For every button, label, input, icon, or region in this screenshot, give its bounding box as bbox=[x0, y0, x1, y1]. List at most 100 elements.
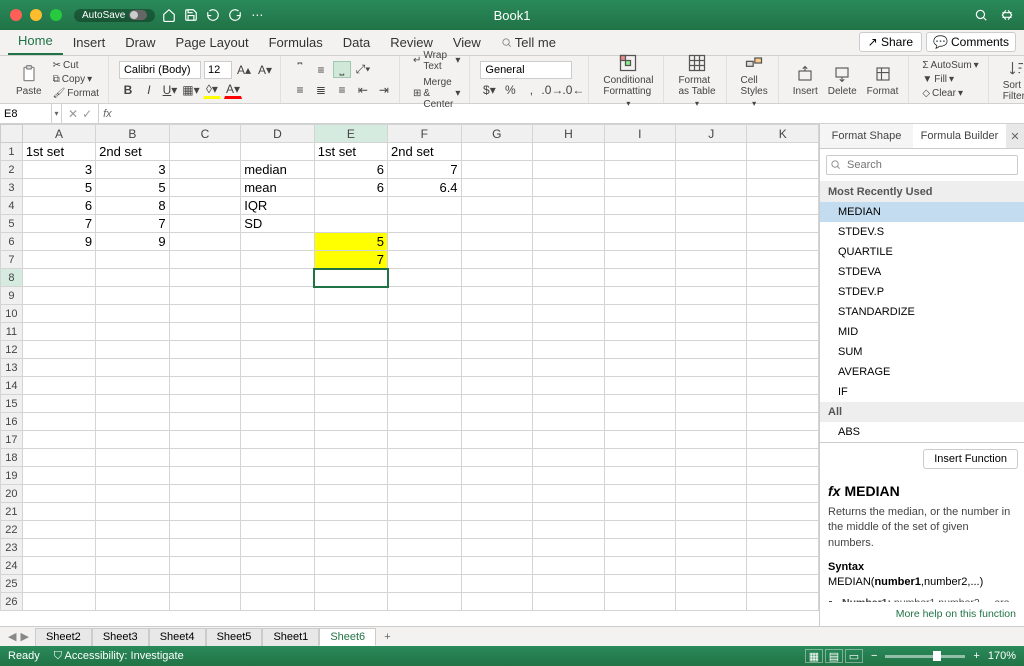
border-button[interactable]: ▦▾ bbox=[182, 82, 200, 99]
cell-I11[interactable] bbox=[604, 323, 675, 341]
fill-button[interactable]: ▼ Fill ▾ bbox=[919, 73, 981, 86]
cell-K10[interactable] bbox=[747, 305, 819, 323]
comma-icon[interactable]: , bbox=[522, 82, 540, 99]
ellipsis-icon[interactable]: ⋯ bbox=[249, 7, 265, 23]
cell-I22[interactable] bbox=[604, 521, 675, 539]
column-header-E[interactable]: E bbox=[314, 125, 387, 143]
cell-I10[interactable] bbox=[604, 305, 675, 323]
cell-C5[interactable] bbox=[169, 215, 241, 233]
cell-H22[interactable] bbox=[533, 521, 605, 539]
row-header-6[interactable]: 6 bbox=[1, 233, 23, 251]
cell-E16[interactable] bbox=[314, 413, 387, 431]
function-item-average[interactable]: AVERAGE bbox=[820, 362, 1024, 382]
indent-increase-icon[interactable]: ⇥ bbox=[375, 81, 393, 98]
cell-K23[interactable] bbox=[747, 539, 819, 557]
row-header-9[interactable]: 9 bbox=[1, 287, 23, 305]
cell-F23[interactable] bbox=[388, 539, 462, 557]
cell-B7[interactable] bbox=[96, 251, 170, 269]
cell-J20[interactable] bbox=[675, 485, 746, 503]
minimize-window-button[interactable] bbox=[30, 9, 42, 21]
cell-A7[interactable] bbox=[22, 251, 95, 269]
cell-G7[interactable] bbox=[461, 251, 533, 269]
cell-F8[interactable] bbox=[388, 269, 462, 287]
cell-F12[interactable] bbox=[388, 341, 462, 359]
cell-K11[interactable] bbox=[747, 323, 819, 341]
cell-D24[interactable] bbox=[241, 557, 315, 575]
cell-H19[interactable] bbox=[533, 467, 605, 485]
cell-F10[interactable] bbox=[388, 305, 462, 323]
fill-color-button[interactable]: ◊▾ bbox=[203, 82, 221, 99]
cell-F9[interactable] bbox=[388, 287, 462, 305]
cell-B15[interactable] bbox=[96, 395, 170, 413]
currency-icon[interactable]: $▾ bbox=[480, 82, 498, 99]
cell-C11[interactable] bbox=[169, 323, 241, 341]
cell-A18[interactable] bbox=[22, 449, 95, 467]
align-right-icon[interactable]: ≡ bbox=[333, 81, 351, 98]
cell-A5[interactable]: 7 bbox=[22, 215, 95, 233]
cell-F20[interactable] bbox=[388, 485, 462, 503]
cell-I3[interactable] bbox=[604, 179, 675, 197]
name-box[interactable]: E8 bbox=[0, 104, 52, 123]
cell-E18[interactable] bbox=[314, 449, 387, 467]
cell-J14[interactable] bbox=[675, 377, 746, 395]
zoom-in-icon[interactable]: + bbox=[973, 650, 979, 662]
cell-B25[interactable] bbox=[96, 575, 170, 593]
cell-D19[interactable] bbox=[241, 467, 315, 485]
cell-K26[interactable] bbox=[747, 593, 819, 611]
cell-A17[interactable] bbox=[22, 431, 95, 449]
cell-H8[interactable] bbox=[533, 269, 605, 287]
row-header-25[interactable]: 25 bbox=[1, 575, 23, 593]
cell-B19[interactable] bbox=[96, 467, 170, 485]
cell-G2[interactable] bbox=[461, 161, 533, 179]
sidepanel-tab-formula-builder[interactable]: Formula Builder bbox=[913, 124, 1006, 148]
cell-A19[interactable] bbox=[22, 467, 95, 485]
sheet-tab-sheet2[interactable]: Sheet2 bbox=[35, 628, 92, 646]
cell-C6[interactable] bbox=[169, 233, 241, 251]
cell-J19[interactable] bbox=[675, 467, 746, 485]
cell-A8[interactable] bbox=[22, 269, 95, 287]
insert-cells-button[interactable]: Insert bbox=[789, 62, 822, 98]
cell-H1[interactable] bbox=[533, 143, 605, 161]
cell-J4[interactable] bbox=[675, 197, 746, 215]
italic-button[interactable]: I bbox=[140, 82, 158, 99]
paste-button[interactable]: Paste bbox=[12, 62, 46, 98]
copy-button[interactable]: ⧉ Copy ▾ bbox=[50, 73, 102, 86]
align-middle-icon[interactable]: ≡ bbox=[312, 61, 330, 78]
cell-A23[interactable] bbox=[22, 539, 95, 557]
cell-A4[interactable]: 6 bbox=[22, 197, 95, 215]
cell-J6[interactable] bbox=[675, 233, 746, 251]
row-header-19[interactable]: 19 bbox=[1, 467, 23, 485]
cell-G10[interactable] bbox=[461, 305, 533, 323]
cell-J1[interactable] bbox=[675, 143, 746, 161]
cell-D23[interactable] bbox=[241, 539, 315, 557]
cell-B9[interactable] bbox=[96, 287, 170, 305]
cell-G21[interactable] bbox=[461, 503, 533, 521]
cell-C23[interactable] bbox=[169, 539, 241, 557]
cell-G26[interactable] bbox=[461, 593, 533, 611]
sheet-tab-sheet1[interactable]: Sheet1 bbox=[262, 628, 319, 646]
cell-C7[interactable] bbox=[169, 251, 241, 269]
cell-A6[interactable]: 9 bbox=[22, 233, 95, 251]
cell-H14[interactable] bbox=[533, 377, 605, 395]
sidepanel-tab-format-shape[interactable]: Format Shape bbox=[820, 124, 913, 148]
cut-button[interactable]: ✂ Cut bbox=[50, 59, 102, 72]
row-header-20[interactable]: 20 bbox=[1, 485, 23, 503]
sheet-tab-sheet6[interactable]: Sheet6 bbox=[319, 628, 376, 646]
cell-G25[interactable] bbox=[461, 575, 533, 593]
cell-A20[interactable] bbox=[22, 485, 95, 503]
function-item-abs[interactable]: ABS bbox=[820, 422, 1024, 442]
function-item-stdev-p[interactable]: STDEV.P bbox=[820, 282, 1024, 302]
cell-J21[interactable] bbox=[675, 503, 746, 521]
cell-J2[interactable] bbox=[675, 161, 746, 179]
cell-H11[interactable] bbox=[533, 323, 605, 341]
function-item-standardize[interactable]: STANDARDIZE bbox=[820, 302, 1024, 322]
cell-K12[interactable] bbox=[747, 341, 819, 359]
cell-C9[interactable] bbox=[169, 287, 241, 305]
cell-B6[interactable]: 9 bbox=[96, 233, 170, 251]
cell-B13[interactable] bbox=[96, 359, 170, 377]
close-window-button[interactable] bbox=[10, 9, 22, 21]
cell-G12[interactable] bbox=[461, 341, 533, 359]
cell-D12[interactable] bbox=[241, 341, 315, 359]
column-header-A[interactable]: A bbox=[22, 125, 95, 143]
cell-E4[interactable] bbox=[314, 197, 387, 215]
